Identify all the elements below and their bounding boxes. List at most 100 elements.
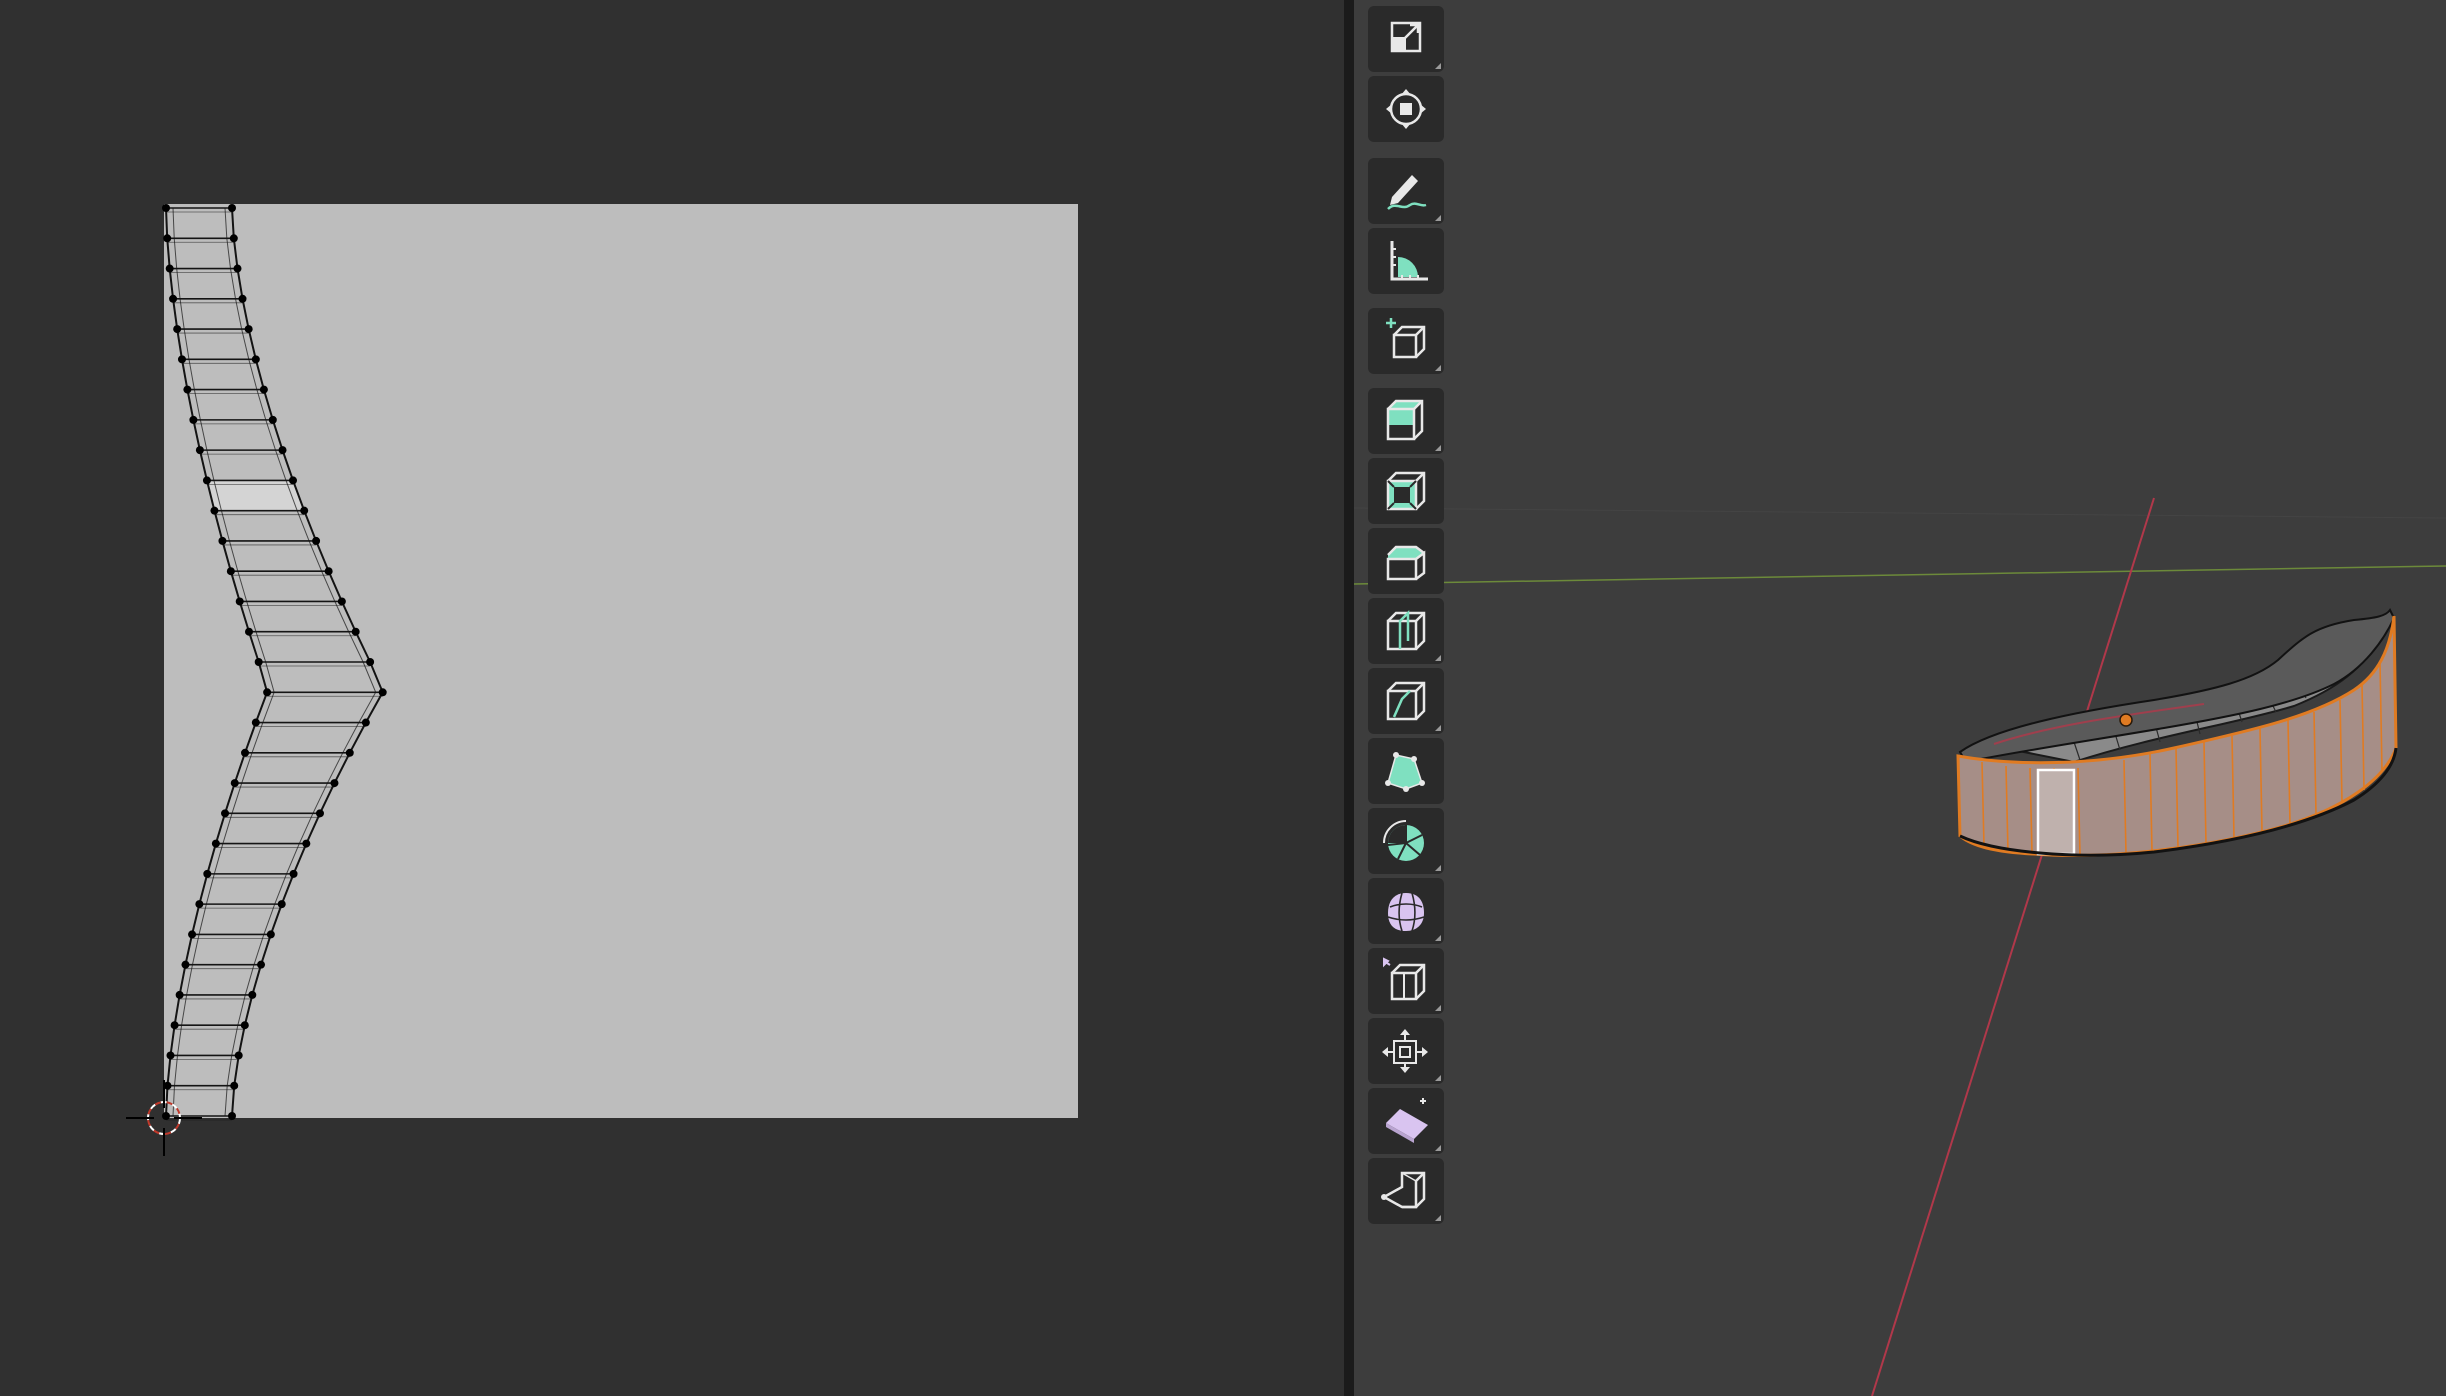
- bevel-tool[interactable]: [1368, 528, 1444, 594]
- uv-vertex[interactable]: [302, 839, 311, 848]
- uv-vertex[interactable]: [268, 415, 277, 424]
- uv-vertex[interactable]: [241, 748, 250, 757]
- knife-tool[interactable]: [1368, 668, 1444, 734]
- spin-tool[interactable]: [1368, 808, 1444, 874]
- uv-vertex[interactable]: [251, 718, 260, 727]
- spin-icon: [1383, 820, 1424, 861]
- uv-vertex[interactable]: [229, 234, 238, 243]
- loop-cut-tool[interactable]: [1368, 598, 1444, 664]
- uv-vertex[interactable]: [238, 294, 247, 303]
- measure-tool[interactable]: [1368, 228, 1444, 294]
- uv-vertex[interactable]: [263, 688, 272, 697]
- uv-vertex[interactable]: [166, 1051, 175, 1060]
- uv-texture-background: [164, 204, 1078, 1118]
- uv-vertex[interactable]: [177, 355, 186, 364]
- uv-vertex[interactable]: [234, 1051, 243, 1060]
- uv-vertex[interactable]: [254, 658, 263, 666]
- mesh-object[interactable]: [1956, 608, 2398, 857]
- uv-selected-face[interactable]: [206, 480, 305, 511]
- uv-vertex[interactable]: [228, 1112, 236, 1120]
- uv-vertex[interactable]: [188, 930, 197, 939]
- uv-vertex[interactable]: [165, 264, 174, 273]
- uv-vertex[interactable]: [378, 688, 387, 697]
- submenu-indicator: [1435, 935, 1441, 941]
- uv-vertex[interactable]: [230, 779, 239, 788]
- uv-vertex[interactable]: [248, 990, 257, 999]
- uv-vertex[interactable]: [211, 839, 220, 848]
- uv-vertex[interactable]: [195, 446, 204, 455]
- uv-vertex[interactable]: [226, 567, 235, 576]
- uv-vertex[interactable]: [366, 658, 375, 666]
- edge-slide-tool[interactable]: [1368, 948, 1444, 1014]
- uv-vertex[interactable]: [162, 204, 170, 212]
- area-divider[interactable]: [1344, 0, 1354, 1396]
- measure-icon: [1390, 241, 1428, 281]
- uv-vertex[interactable]: [259, 385, 268, 394]
- shrink-fatten-tool[interactable]: [1368, 1018, 1444, 1084]
- object-origin[interactable]: [2119, 713, 2133, 727]
- uv-vertex[interactable]: [257, 960, 266, 969]
- uv-vertex[interactable]: [183, 385, 192, 394]
- uv-vertex[interactable]: [163, 234, 172, 243]
- submenu-indicator: [1435, 865, 1441, 871]
- uv-vertex[interactable]: [233, 264, 242, 273]
- uv-vertex[interactable]: [277, 900, 286, 909]
- smooth-tool[interactable]: [1368, 878, 1444, 944]
- uv-vertex[interactable]: [244, 325, 253, 334]
- shear-tool[interactable]: [1368, 1088, 1444, 1154]
- uv-vertex[interactable]: [300, 506, 309, 515]
- viewport-canvas[interactable]: [1354, 0, 2446, 1396]
- uv-vertex[interactable]: [330, 779, 339, 788]
- uv-vertex[interactable]: [230, 1081, 239, 1090]
- uv-vertex[interactable]: [266, 930, 275, 939]
- annotate-tool[interactable]: [1368, 158, 1444, 224]
- transform-tool[interactable]: [1368, 76, 1444, 142]
- uv-vertex[interactable]: [181, 960, 190, 969]
- uv-vertex[interactable]: [278, 446, 287, 455]
- x-axis-line: [1871, 497, 2155, 1396]
- uv-vertex[interactable]: [345, 748, 354, 757]
- scale-tool[interactable]: [1368, 6, 1444, 72]
- uv-canvas[interactable]: [0, 0, 1344, 1396]
- uv-vertex[interactable]: [251, 355, 260, 364]
- uv-vertex[interactable]: [337, 597, 346, 606]
- active-face-outline[interactable]: [2036, 768, 2076, 856]
- loop-cut-icon: [1386, 609, 1426, 651]
- inset-faces-tool[interactable]: [1368, 458, 1444, 524]
- uv-vertex[interactable]: [235, 597, 244, 606]
- uv-vertex[interactable]: [244, 627, 253, 636]
- uv-vertex[interactable]: [162, 1112, 170, 1120]
- uv-vertex[interactable]: [361, 718, 370, 727]
- uv-editor-area[interactable]: [0, 0, 1344, 1396]
- uv-vertex[interactable]: [202, 476, 211, 485]
- 3d-viewport[interactable]: [1354, 0, 2446, 1396]
- submenu-indicator: [1435, 655, 1441, 661]
- uv-vertex[interactable]: [312, 536, 321, 545]
- uv-vertex[interactable]: [169, 294, 178, 303]
- uv-vertex[interactable]: [228, 204, 236, 212]
- uv-vertex[interactable]: [221, 809, 230, 818]
- faint-grid-line: [1354, 507, 2446, 519]
- uv-vertex[interactable]: [210, 506, 219, 515]
- add-cube-icon: [1386, 318, 1426, 359]
- uv-vertex[interactable]: [189, 415, 198, 424]
- annotate-icon: [1387, 175, 1427, 210]
- uv-vertex[interactable]: [170, 1021, 179, 1030]
- extrude-region-tool[interactable]: [1368, 388, 1444, 454]
- poly-build-tool[interactable]: [1368, 738, 1444, 804]
- uv-vertex[interactable]: [203, 869, 212, 878]
- uv-vertex[interactable]: [175, 990, 184, 999]
- extrude-region-icon: [1386, 399, 1424, 441]
- knife-icon: [1386, 681, 1426, 721]
- uv-vertex[interactable]: [240, 1021, 249, 1030]
- uv-vertex[interactable]: [173, 325, 182, 334]
- uv-vertex[interactable]: [218, 536, 227, 545]
- uv-vertex[interactable]: [315, 809, 324, 818]
- uv-vertex[interactable]: [195, 900, 204, 909]
- uv-vertex[interactable]: [351, 627, 360, 636]
- add-cube-tool[interactable]: [1368, 308, 1444, 374]
- uv-vertex[interactable]: [289, 869, 298, 878]
- rip-region-tool[interactable]: [1368, 1158, 1444, 1224]
- uv-vertex[interactable]: [324, 567, 333, 576]
- uv-vertex[interactable]: [288, 476, 297, 485]
